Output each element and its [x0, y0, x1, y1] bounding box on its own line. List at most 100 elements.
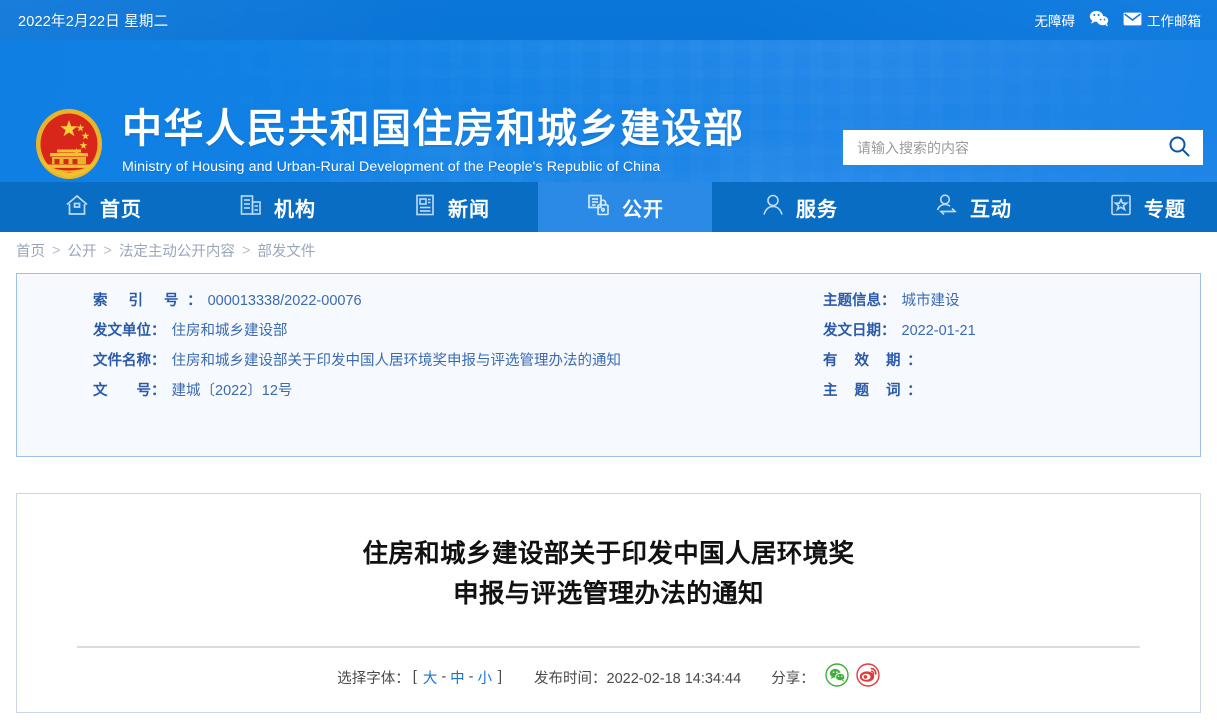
- current-date: 2022年2月22日 星期二: [18, 13, 169, 30]
- nav-item-news[interactable]: 新闻: [364, 182, 538, 232]
- service-user-icon: [760, 193, 786, 222]
- news-icon: [412, 193, 438, 222]
- star-book-icon: [1108, 193, 1134, 222]
- metadata-key: 主 题 词: [823, 383, 908, 399]
- article-toolbar: 选择字体： [ 大 - 中 - 小 ] 发布时间：2022-02-18 14:3…: [77, 648, 1140, 706]
- bracket-close: ]: [498, 669, 503, 685]
- metadata-key: 文件名称: [93, 353, 151, 369]
- search-input[interactable]: [843, 130, 1155, 165]
- breadcrumb-item-home[interactable]: 首页: [16, 240, 45, 261]
- publish-time-label: 发布时间：: [534, 670, 607, 687]
- metadata-key: 索 引 号: [93, 293, 188, 309]
- wechat-share-icon[interactable]: [825, 663, 849, 691]
- nav-item-home[interactable]: 首页: [16, 182, 190, 232]
- metadata-value: 住房和城乡建设部关于印发中国人居环境奖申报与评选管理办法的通知: [171, 353, 622, 369]
- nav-label: 服务: [796, 196, 838, 221]
- nav-item-service[interactable]: 服务: [712, 182, 886, 232]
- interaction-icon: [934, 193, 960, 222]
- metadata-colon: ：: [881, 323, 896, 339]
- breadcrumb-separator: >: [103, 242, 112, 259]
- breadcrumb-separator: >: [241, 242, 251, 259]
- metadata-row-keywords: 主 题 词 ：: [823, 380, 1200, 402]
- metadata-colon: ：: [151, 383, 166, 399]
- work-mail-link[interactable]: 工作邮箱: [1123, 10, 1201, 30]
- metadata-key: 有 效 期: [823, 353, 908, 369]
- nav-label: 专题: [1144, 196, 1186, 221]
- metadata-value: 2022-01-21: [901, 323, 976, 339]
- top-utility-bar: 2022年2月22日 星期二 无障碍 工作邮箱: [0, 0, 1217, 40]
- font-size-large-button[interactable]: 大: [420, 667, 441, 688]
- search-button[interactable]: [1155, 130, 1203, 165]
- wechat-icon: [1089, 10, 1109, 30]
- metadata-value: 住房和城乡建设部: [171, 323, 288, 339]
- mail-icon: [1123, 12, 1142, 29]
- accessibility-link[interactable]: 无障碍: [1035, 10, 1076, 30]
- font-size-small-button[interactable]: 小: [475, 667, 496, 688]
- breadcrumb-item-disclosure[interactable]: 公开: [67, 240, 96, 261]
- metadata-key: 发文日期: [823, 323, 881, 339]
- share-group: 分享：: [771, 663, 880, 691]
- metadata-row-issuing-unit: 发文单位 ： 住房和城乡建设部: [93, 320, 807, 342]
- metadata-colon: ：: [907, 383, 922, 399]
- metadata-key: 文 号: [93, 383, 151, 399]
- metadata-left-column: 索 引 号 ： 000013338/2022-00076 发文单位 ： 住房和城…: [17, 290, 807, 456]
- publish-time: 发布时间：2022-02-18 14:34:44: [534, 667, 741, 688]
- nav-label: 新闻: [448, 196, 490, 221]
- breadcrumb-item-ministry-docs[interactable]: 部发文件: [257, 240, 315, 261]
- metadata-key: 主题信息: [823, 293, 881, 309]
- metadata-row-issue-date: 发文日期 ： 2022-01-21: [823, 320, 1200, 342]
- disclosure-icon: [586, 193, 612, 222]
- building-icon: [238, 193, 264, 222]
- weibo-share-icon[interactable]: [856, 663, 880, 691]
- nav-label: 首页: [100, 196, 142, 221]
- share-label: 分享：: [771, 670, 815, 687]
- document-metadata-card: 索 引 号 ： 000013338/2022-00076 发文单位 ： 住房和城…: [16, 273, 1201, 457]
- nav-item-interaction[interactable]: 互动: [886, 182, 1060, 232]
- bracket-open: [: [412, 669, 417, 685]
- article-title-line2: 申报与评选管理办法的通知: [453, 579, 764, 609]
- site-banner: 中华人民共和国住房和城乡建设部 Ministry of Housing and …: [0, 40, 1217, 182]
- site-title-en: Ministry of Housing and Urban-Rural Deve…: [122, 159, 661, 176]
- metadata-value: 000013338/2022-00076: [207, 293, 362, 309]
- font-size-medium-button[interactable]: 中: [447, 667, 468, 688]
- font-size-label: 选择字体：: [337, 670, 410, 687]
- brand-texts: 中华人民共和国住房和城乡建设部 Ministry of Housing and …: [122, 106, 745, 176]
- article-title-line1: 住房和城乡建设部关于印发中国人居环境奖: [362, 539, 855, 569]
- top-links: 无障碍 工作邮箱: [1035, 10, 1201, 30]
- breadcrumb: 首页 > 公开 > 法定主动公开内容 > 部发文件: [0, 232, 1217, 269]
- site-title-cn: 中华人民共和国住房和城乡建设部: [122, 106, 745, 152]
- metadata-row-index-number: 索 引 号 ： 000013338/2022-00076: [93, 290, 807, 312]
- metadata-row-validity-period: 有 效 期 ：: [823, 350, 1200, 372]
- nav-item-topics[interactable]: 专题: [1060, 182, 1217, 232]
- metadata-colon: ：: [151, 323, 166, 339]
- metadata-value: 建城〔2022〕12号: [171, 383, 293, 399]
- metadata-colon: ：: [881, 293, 896, 309]
- metadata-value: 城市建设: [901, 293, 960, 309]
- main-navigation: 首页 机构 新闻 公开 服务 互动 专题: [0, 182, 1217, 232]
- accessibility-label: 无障碍: [1034, 14, 1076, 29]
- national-emblem-icon: [30, 104, 108, 182]
- work-mail-label: 工作邮箱: [1147, 14, 1201, 29]
- nav-label: 公开: [622, 196, 664, 221]
- breadcrumb-separator: >: [52, 242, 61, 259]
- search-box: [843, 130, 1203, 165]
- metadata-row-topic-info: 主题信息 ： 城市建设: [823, 290, 1200, 312]
- wechat-link[interactable]: [1089, 10, 1109, 30]
- nav-item-disclosure[interactable]: 公开: [538, 182, 712, 232]
- font-size-selector: 选择字体： [ 大 - 中 - 小 ]: [337, 667, 504, 688]
- nav-label: 机构: [274, 196, 316, 221]
- metadata-row-document-number: 文 号 ： 建城〔2022〕12号: [93, 380, 807, 402]
- home-icon: [64, 193, 90, 222]
- metadata-right-column: 主题信息 ： 城市建设 发文日期 ： 2022-01-21 有 效 期 ： 主 …: [807, 290, 1200, 456]
- metadata-row-file-name: 文件名称 ： 住房和城乡建设部关于印发中国人居环境奖申报与评选管理办法的通知: [93, 350, 807, 372]
- page-title: 住房和城乡建设部关于印发中国人居环境奖 申报与评选管理办法的通知: [77, 534, 1140, 614]
- font-dash: -: [468, 669, 474, 685]
- search-icon: [1168, 135, 1190, 160]
- metadata-colon: ：: [187, 293, 202, 309]
- font-dash: -: [441, 669, 447, 685]
- publish-time-value: 2022-02-18 14:34:44: [606, 670, 742, 687]
- site-brand[interactable]: 中华人民共和国住房和城乡建设部 Ministry of Housing and …: [30, 104, 745, 182]
- breadcrumb-item-statutory[interactable]: 法定主动公开内容: [119, 240, 235, 261]
- metadata-colon: ：: [907, 353, 922, 369]
- nav-item-organization[interactable]: 机构: [190, 182, 364, 232]
